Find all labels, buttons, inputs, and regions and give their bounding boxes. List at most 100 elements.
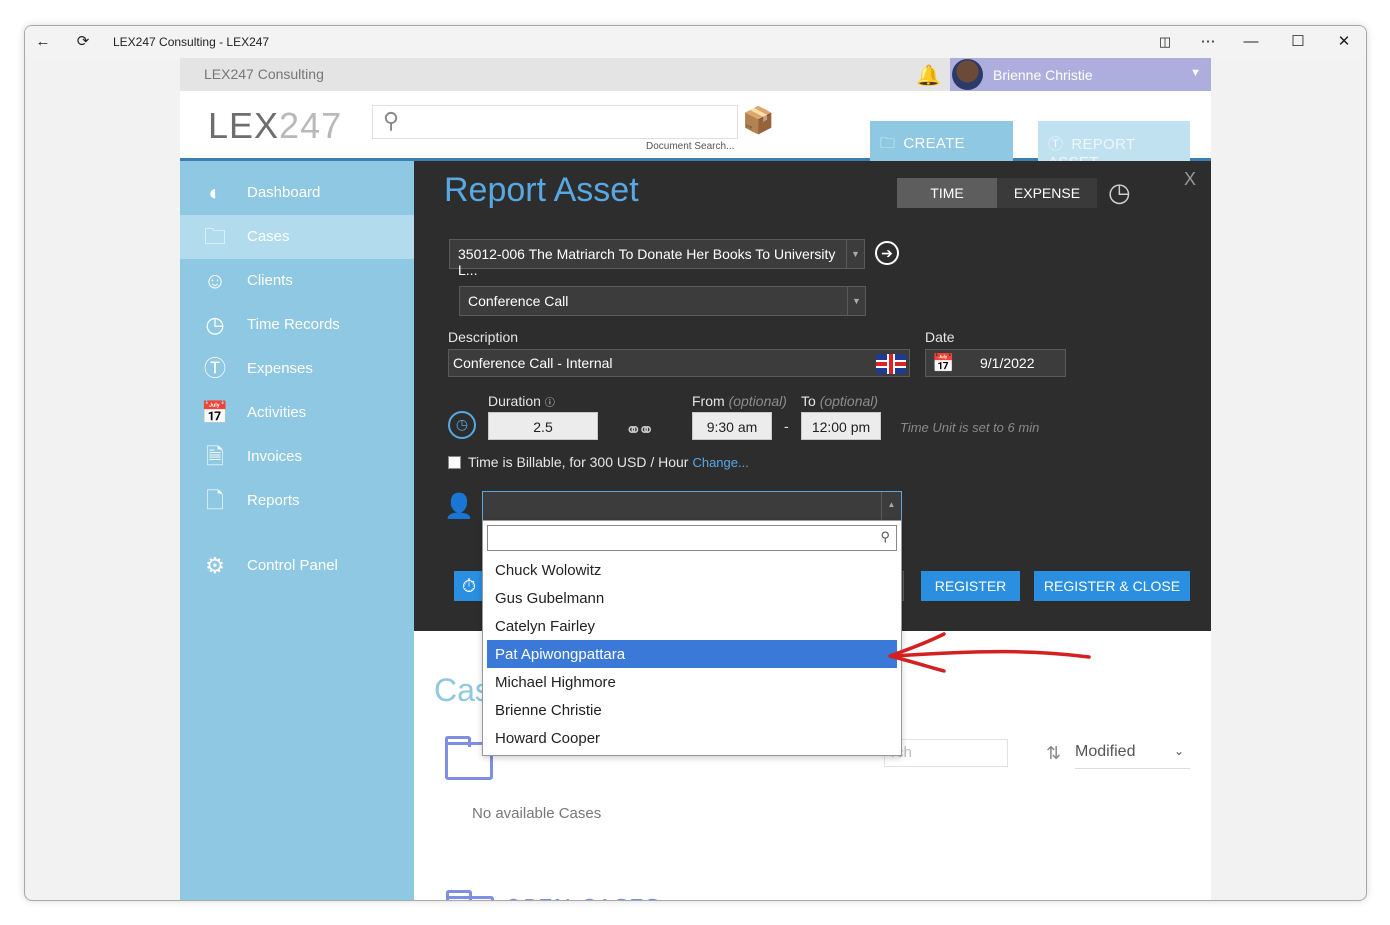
folder-icon: 🗀 <box>880 135 896 152</box>
chevron-down-icon: ▼ <box>846 240 864 268</box>
to-time-input[interactable]: 12:00 pm <box>801 412 881 440</box>
create-case-button[interactable]: 🗀CREATE CASE <box>870 121 1013 175</box>
annotation-arrow-icon <box>888 632 1091 673</box>
package-icon[interactable]: 📦 <box>742 105 774 136</box>
app-window: ← ⟳ LEX247 Consulting - LEX247 ◫ ⋯ — ☐ ✕… <box>24 25 1367 901</box>
to-label: To (optional) <box>801 393 879 409</box>
sidebar-item-control-panel[interactable]: ⚙ Control Panel <box>180 544 414 588</box>
sort-select[interactable]: Modified ⌄ <box>1075 743 1190 769</box>
history-clock-icon[interactable]: ◷ <box>1108 177 1131 208</box>
refresh-icon[interactable]: ⟳ <box>74 33 92 51</box>
sidebar-item-activities[interactable]: 📅 Activities <box>180 391 414 435</box>
change-rate-link[interactable]: Change... <box>692 455 748 470</box>
list-item[interactable]: Gus Gubelmann <box>487 584 897 612</box>
avatar <box>952 59 983 90</box>
cast-icon[interactable]: ◫ <box>1156 33 1174 51</box>
dollar-circle-icon: Ⓣ <box>1048 136 1064 153</box>
link-icon[interactable]: ⚭⚭ <box>625 418 654 443</box>
timer-button[interactable]: ⏱ <box>454 571 484 601</box>
user-combo[interactable]: ▲ <box>482 491 902 521</box>
register-close-button[interactable]: REGISTER & CLOSE <box>1034 571 1190 601</box>
report-asset-button[interactable]: ⓉREPORT ASSET <box>1038 121 1190 171</box>
open-cases-heading: OPEN CASES <box>504 893 660 900</box>
list-item[interactable]: Howard Cooper <box>487 724 897 752</box>
maximize-icon[interactable]: ☐ <box>1289 33 1307 51</box>
tab-expense[interactable]: EXPENSE <box>997 178 1097 208</box>
window-title: LEX247 Consulting - LEX247 <box>113 35 270 49</box>
user-name: Brienne Christie <box>993 67 1093 83</box>
list-item-selected[interactable]: Pat Apiwongpattara <box>487 640 897 668</box>
logo: LEX247 <box>208 105 343 146</box>
from-time-input[interactable]: 9:30 am <box>692 412 772 440</box>
close-panel-button[interactable]: X <box>1184 169 1196 190</box>
chevron-down-icon: ▼ <box>1190 67 1201 79</box>
list-item[interactable]: Catelyn Fairley <box>487 612 897 640</box>
document-search-label: Document Search... <box>646 141 735 152</box>
duration-label: Duration ⓘ <box>488 393 555 409</box>
register-button[interactable]: REGISTER <box>921 571 1020 601</box>
tab-time[interactable]: TIME <box>897 178 997 208</box>
chevron-down-icon: ⌄ <box>1173 744 1184 758</box>
calendar-icon: 📅 <box>201 400 229 425</box>
sidebar-item-invoices[interactable]: 🗎 Invoices <box>180 435 414 479</box>
more-options-icon[interactable]: ⋯ <box>1199 33 1217 51</box>
folder-icon: 🗀 <box>203 224 226 249</box>
duration-clock-icon[interactable]: ◷ <box>448 411 476 439</box>
user-dropdown-list: ⚲ Chuck Wolowitz Gus Gubelmann Catelyn F… <box>482 520 902 756</box>
time-range-dash: - <box>784 418 789 434</box>
dollar-icon: Ⓣ <box>203 356 226 381</box>
billable-checkbox[interactable] <box>448 456 461 469</box>
sidebar-item-dashboard[interactable]: ◐ Dashboard <box>180 171 414 215</box>
clock-icon: ◷ <box>205 312 225 337</box>
document-search-input[interactable]: ⚲ <box>372 105 738 139</box>
panel-title: Report Asset <box>444 171 639 209</box>
dashboard-icon: ◐ <box>208 180 222 205</box>
calendar-icon[interactable]: 📅 <box>932 353 954 374</box>
duration-input[interactable]: 2.5 <box>488 412 598 440</box>
description-label: Description <box>448 329 519 345</box>
sort-icon[interactable]: ⇅ <box>1046 743 1071 764</box>
close-window-icon[interactable]: ✕ <box>1335 33 1353 51</box>
no-cases-text: No available Cases <box>472 805 602 822</box>
go-arrow-icon[interactable]: ➔ <box>875 241 899 265</box>
from-label: From (optional) <box>692 393 787 409</box>
chevron-up-icon: ▲ <box>881 492 901 520</box>
billable-text: Time is Billable, for 300 USD / Hour Chan… <box>468 454 749 470</box>
app-content: LEX247 Consulting 🔔 Brienne Christie ▼ L… <box>180 58 1211 900</box>
title-bar: ← ⟳ LEX247 Consulting - LEX247 ◫ ⋯ — ☐ ✕ <box>25 26 1366 58</box>
sidebar-item-time-records[interactable]: ◷ Time Records <box>180 303 414 347</box>
firm-name: LEX247 Consulting <box>204 66 324 82</box>
open-cases-folder-icon <box>446 890 494 900</box>
search-icon: ⚲ <box>383 108 400 133</box>
clients-icon: ☺ <box>203 268 227 293</box>
report-icon: 🗋 <box>206 488 224 513</box>
activity-select[interactable]: Conference Call ▼ <box>459 286 866 316</box>
invoice-icon: 🗎 <box>206 444 224 469</box>
person-icon: 👤 <box>444 493 474 520</box>
user-menu[interactable]: Brienne Christie ▼ <box>950 58 1211 91</box>
sidebar-item-expenses[interactable]: Ⓣ Expenses <box>180 347 414 391</box>
uk-flag-icon[interactable] <box>876 354 906 374</box>
sidebar: ◐ Dashboard 🗀 Cases ☺ Clients ◷ Time Rec… <box>180 161 414 900</box>
minimize-icon[interactable]: — <box>1242 33 1260 51</box>
sidebar-item-clients[interactable]: ☺ Clients <box>180 259 414 303</box>
sidebar-item-cases[interactable]: 🗀 Cases <box>180 215 414 259</box>
back-arrow-icon[interactable]: ← <box>34 33 52 51</box>
list-item[interactable]: Brienne Christie <box>487 696 897 724</box>
chevron-down-icon: ▼ <box>847 287 865 315</box>
header: LEX247 ⚲ Document Search... 📦 🗀CREATE CA… <box>180 91 1211 175</box>
case-select[interactable]: 35012-006 The Matriarch To Donate Her Bo… <box>449 239 865 278</box>
list-item[interactable]: Michael Highmore <box>487 668 897 696</box>
bell-icon[interactable]: 🔔 <box>916 63 941 88</box>
date-field[interactable]: 📅 9/1/2022 <box>925 349 1066 377</box>
top-bar: LEX247 Consulting 🔔 Brienne Christie ▼ <box>180 58 1211 91</box>
sidebar-item-reports[interactable]: 🗋 Reports <box>180 479 414 523</box>
cases-search-input[interactable]: rch <box>884 739 1008 767</box>
search-icon: ⚲ <box>880 529 890 544</box>
description-field[interactable]: Conference Call - Internal <box>448 349 910 377</box>
time-unit-hint: Time Unit is set to 6 min <box>900 420 1040 435</box>
date-label: Date <box>925 329 955 345</box>
dropdown-search-input[interactable]: ⚲ <box>487 525 897 551</box>
list-item[interactable]: Chuck Wolowitz <box>487 556 897 584</box>
gears-icon: ⚙ <box>205 553 225 578</box>
